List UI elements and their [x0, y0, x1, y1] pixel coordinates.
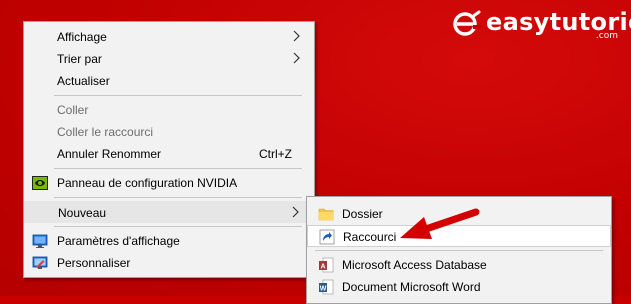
svg-text:W: W	[320, 286, 327, 293]
access-icon: A	[319, 257, 334, 273]
menu-item-label: Annuler Renommer	[57, 147, 162, 161]
menu-item-personnaliser[interactable]: Personnaliser	[24, 252, 314, 274]
menu-item-label: Raccourci	[343, 230, 397, 244]
chevron-right-icon	[293, 30, 300, 42]
easytutoriel-logo-icon	[453, 10, 481, 36]
svg-text:A: A	[320, 264, 325, 271]
watermark: easytutoriel .com	[452, 6, 631, 42]
menu-separator	[315, 250, 603, 251]
menu-item-label: Trier par	[57, 52, 102, 66]
menu-separator	[54, 226, 302, 227]
menu-item-coller-raccourci[interactable]: Coller le raccourci	[24, 121, 314, 143]
shortcut-icon	[319, 229, 335, 245]
menu-item-label: Personnaliser	[57, 256, 131, 270]
menu-item-shortcut: Ctrl+Z	[259, 147, 292, 161]
watermark-domain: .com	[595, 31, 618, 41]
menu-item-label: Coller	[57, 103, 89, 117]
display-settings-icon	[32, 234, 48, 248]
menu-item-affichage[interactable]: Affichage	[24, 26, 314, 48]
menu-item-trier-par[interactable]: Trier par	[24, 48, 314, 70]
chevron-right-icon	[293, 52, 300, 64]
menu-item-label: Paramètres d'affichage	[57, 234, 180, 248]
chevron-right-icon	[292, 206, 299, 218]
folder-icon	[318, 208, 334, 221]
menu-item-parametres-affichage[interactable]: Paramètres d'affichage	[24, 230, 314, 252]
word-icon: W	[319, 279, 334, 295]
menu-item-label: Panneau de configuration NVIDIA	[57, 176, 238, 190]
menu-item-label: Microsoft Access Database	[342, 258, 487, 272]
desktop-context-menu: Affichage Trier par Actualiser Coller Co…	[23, 21, 315, 278]
menu-separator	[54, 197, 302, 198]
submenu-item-word-document[interactable]: W Document Microsoft Word	[307, 276, 611, 298]
menu-item-label: Coller le raccourci	[57, 125, 154, 139]
menu-item-coller[interactable]: Coller	[24, 99, 314, 121]
personalize-icon	[32, 256, 48, 269]
submenu-item-access-database[interactable]: A Microsoft Access Database	[307, 254, 611, 276]
menu-item-label: Actualiser	[57, 74, 110, 88]
menu-item-nvidia[interactable]: Panneau de configuration NVIDIA	[24, 172, 314, 194]
annotation-arrow-icon	[400, 208, 480, 239]
menu-item-actualiser[interactable]: Actualiser	[24, 70, 314, 92]
menu-item-nouveau[interactable]: Nouveau	[24, 201, 314, 223]
menu-item-label: Affichage	[57, 30, 107, 44]
menu-item-annuler-renommer[interactable]: Annuler Renommer Ctrl+Z	[24, 143, 314, 165]
menu-separator	[54, 168, 302, 169]
menu-item-label: Nouveau	[58, 206, 107, 220]
menu-item-label: Dossier	[342, 207, 383, 221]
nvidia-icon	[32, 176, 48, 190]
menu-item-label: Document Microsoft Word	[342, 280, 481, 294]
menu-separator	[54, 95, 302, 96]
